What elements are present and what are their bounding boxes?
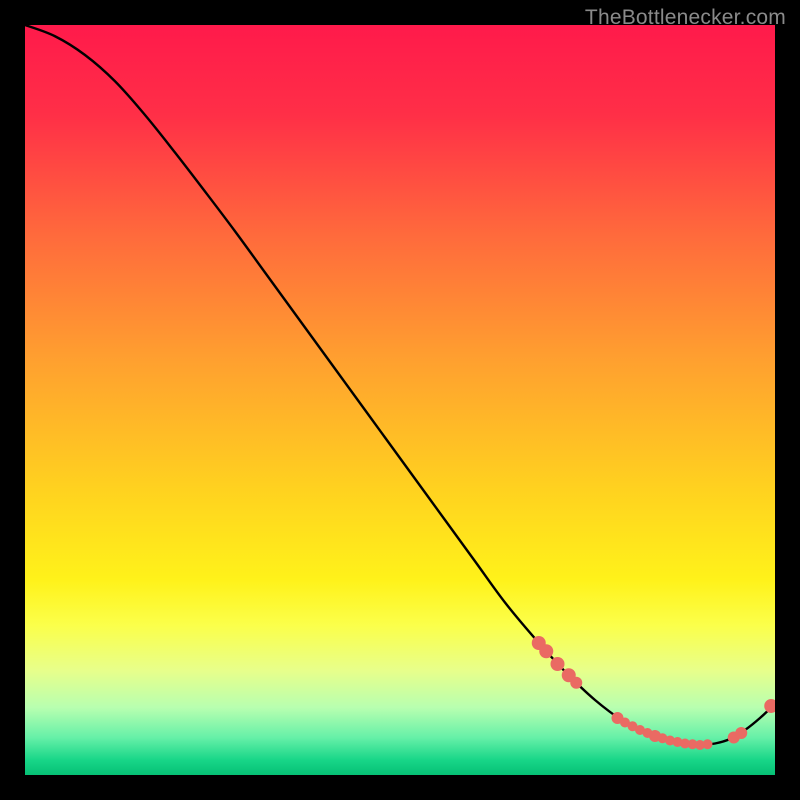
bottleneck-chart bbox=[25, 25, 775, 775]
data-marker bbox=[539, 644, 553, 658]
gradient-background bbox=[25, 25, 775, 775]
data-marker bbox=[570, 677, 582, 689]
data-marker bbox=[703, 739, 713, 749]
data-marker bbox=[551, 657, 565, 671]
attribution-label: TheBottlenecker.com bbox=[585, 6, 786, 30]
chart-stage: TheBottlenecker.com bbox=[0, 0, 800, 800]
data-marker bbox=[735, 727, 747, 739]
